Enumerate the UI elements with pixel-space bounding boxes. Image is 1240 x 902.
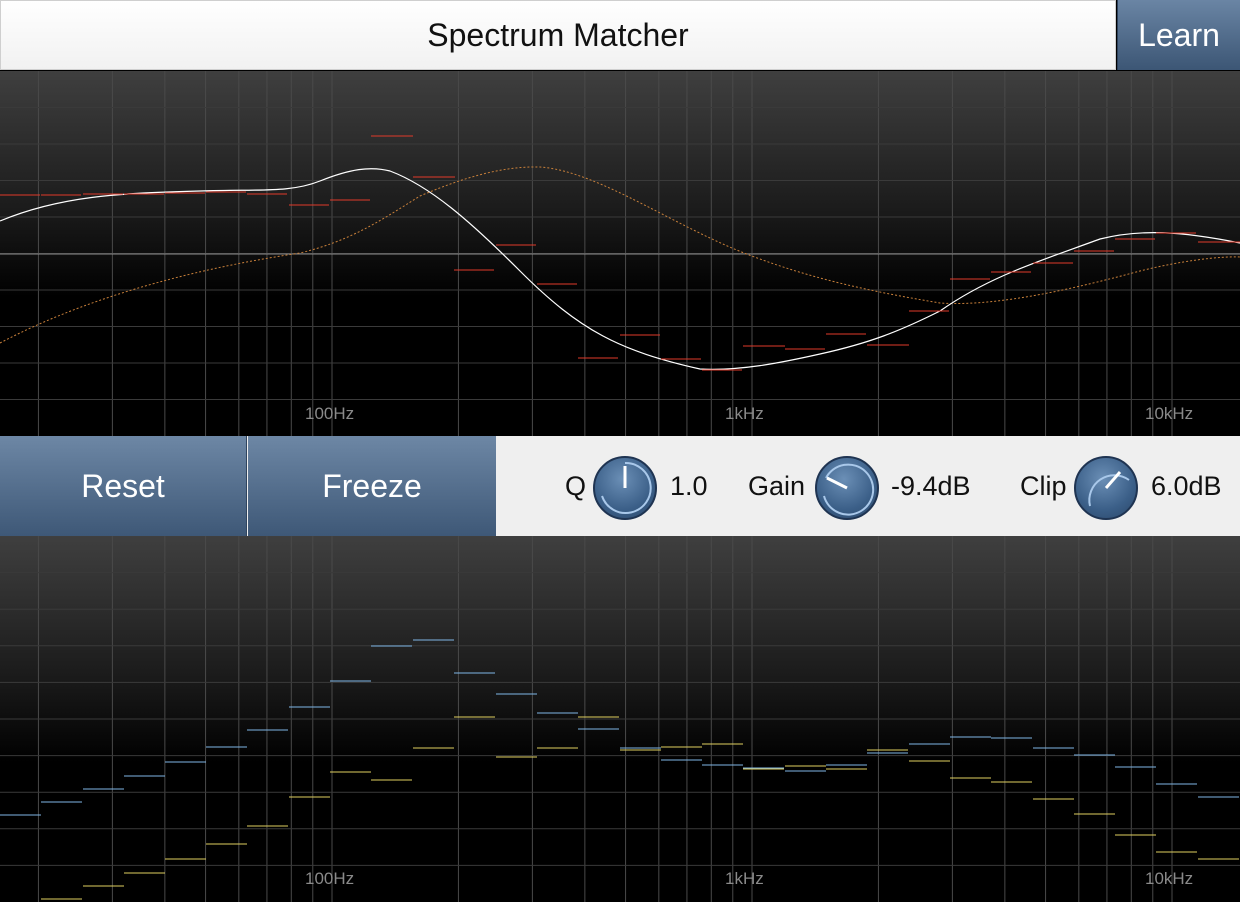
- q-value: 1.0: [670, 470, 708, 501]
- gain-knob[interactable]: [815, 456, 879, 520]
- target-spectrum: [41, 716, 1239, 900]
- q-label: Q: [565, 470, 587, 501]
- eq-curve-graph: 100Hz 1kHz 10kHz: [0, 71, 1240, 436]
- freq-label-1khz: 1kHz: [725, 404, 764, 423]
- clip-knob[interactable]: [1074, 456, 1138, 520]
- eq-response-curve: [0, 168, 1240, 370]
- controls-bar: Reset Freeze Q 1.0 Gain -9.4dB Clip 6.0d…: [0, 436, 1240, 536]
- freq-label-100hz: 100Hz: [305, 404, 354, 423]
- app-title: Spectrum Matcher: [427, 16, 689, 53]
- freq-label-100hz-bottom: 100Hz: [305, 869, 354, 888]
- freeze-button[interactable]: Freeze: [248, 436, 496, 536]
- source-spectrum: [0, 639, 1239, 816]
- freq-label-1khz-bottom: 1kHz: [725, 869, 764, 888]
- spectrum-display: 100Hz 1kHz 10kHz: [0, 536, 1240, 902]
- spectrum-graph: 100Hz 1kHz 10kHz: [0, 536, 1240, 902]
- frequency-grid-bottom: [0, 536, 1240, 902]
- freq-label-10khz-bottom: 10kHz: [1145, 869, 1193, 888]
- frequency-grid: [0, 71, 1240, 436]
- eq-curve-display: 100Hz 1kHz 10kHz: [0, 71, 1240, 436]
- clip-label: Clip: [1020, 470, 1067, 501]
- learn-button[interactable]: Learn: [1117, 0, 1240, 70]
- reset-button[interactable]: Reset: [0, 436, 247, 536]
- title-bar: Spectrum Matcher: [0, 0, 1116, 70]
- gain-value: -9.4dB: [891, 470, 971, 501]
- q-knob[interactable]: [593, 456, 657, 520]
- freq-label-10khz: 10kHz: [1145, 404, 1193, 423]
- gain-label: Gain: [748, 470, 806, 501]
- clip-value: 6.0dB: [1151, 470, 1222, 501]
